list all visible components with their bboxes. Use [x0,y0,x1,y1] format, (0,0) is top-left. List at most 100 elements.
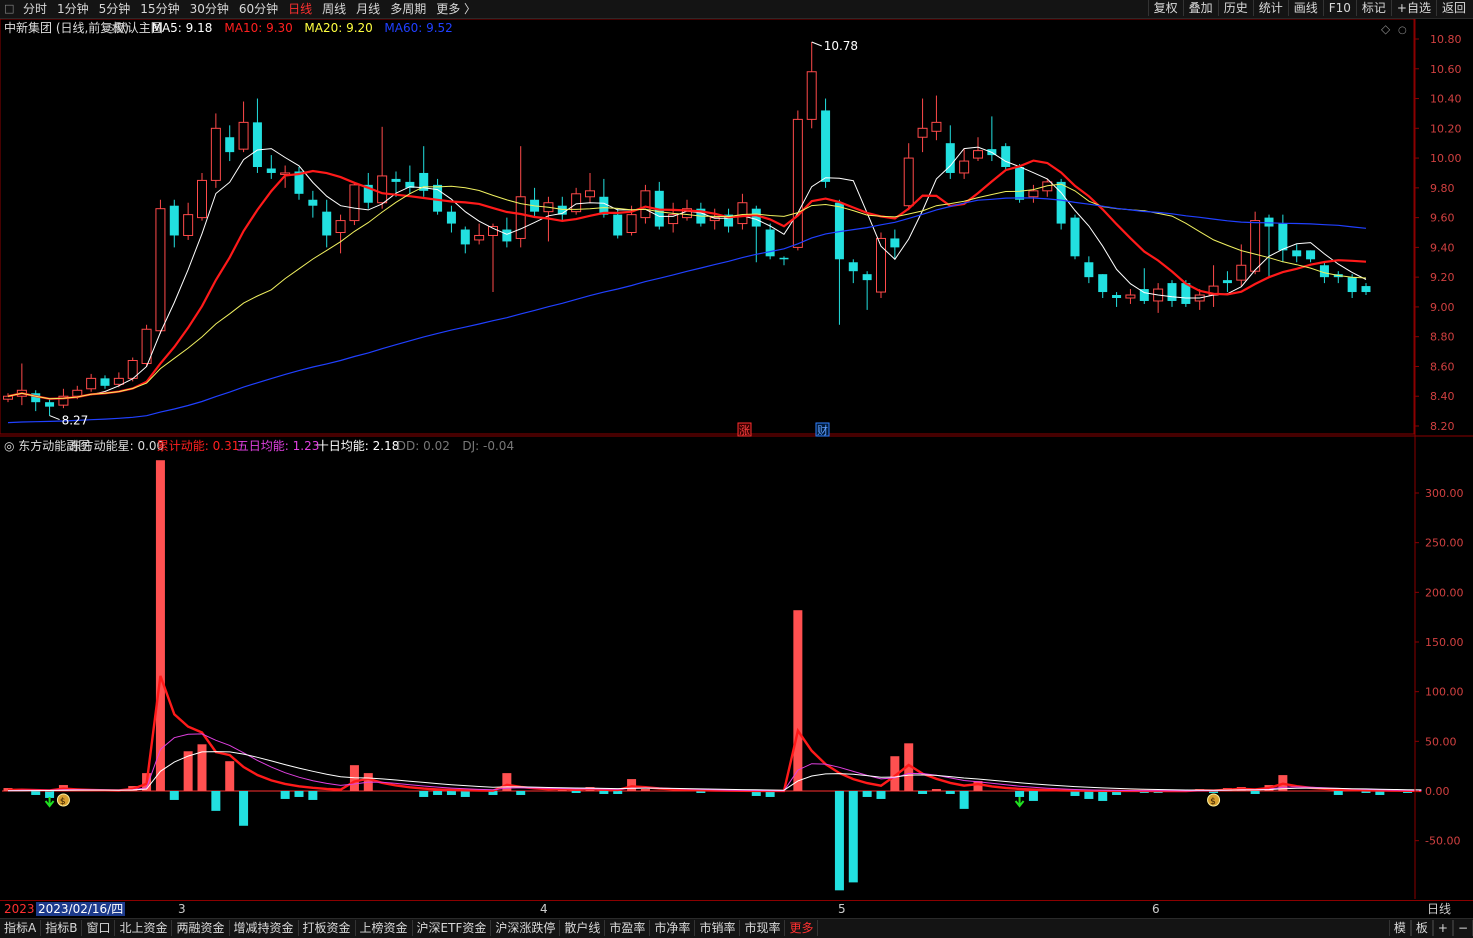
tab-6[interactable]: 日线 [283,1,317,17]
y-axis-label: 8.20 [1430,420,1455,433]
tab-9[interactable]: 多周期 [385,1,431,17]
kline-chart[interactable]: 10.788.27涨财 $ $ 10.8010.6010.4010.2010.00… [0,18,1473,899]
indicator-tab-1[interactable]: 指标B [41,920,83,936]
candle-body-up [1125,294,1136,299]
indicator-tab-5[interactable]: 增减持资金 [230,920,299,936]
indicator-tab-0[interactable]: 指标A [0,920,42,936]
toolbar-button-8[interactable]: 返回 [1435,0,1471,16]
ma10-line [7,159,1367,400]
candle-body-up [349,184,360,222]
candle-body-up [959,160,970,174]
y-axis-label: 9.40 [1430,241,1455,254]
sub-legend-5: DJ: -0.04 [462,439,514,453]
toolbar-button-7[interactable]: +自选 [1390,0,1436,16]
y-axis-label: 8.60 [1430,360,1455,373]
tab-1[interactable]: 1分钟 [52,1,94,17]
tab-7[interactable]: 周线 [317,1,351,17]
candle-body-down [502,229,512,242]
candle-body-down [1015,167,1025,200]
candle-body-down [1001,146,1011,168]
sub-y-axis-label: 300.00 [1425,487,1464,500]
bottom-control-0[interactable]: 模 [1388,920,1411,936]
ma60-line [7,197,1367,424]
candle-body-up [1028,190,1039,198]
sub-y-axis-label: 200.00 [1425,586,1464,599]
indicator-tab-7[interactable]: 上榜资金 [356,920,413,936]
y-axis-label: 10.60 [1430,63,1462,76]
candle-body-up [585,190,595,198]
energy-bar-down [918,791,928,794]
energy-bar-down [31,791,41,795]
toolbar-button-4[interactable]: 画线 [1287,0,1323,16]
candle-body-down [1070,217,1080,257]
candle-body-up [86,377,97,390]
sub-y-axis-label: 50.00 [1425,735,1457,748]
tab-8[interactable]: 月线 [351,1,385,17]
indicator-tab-15[interactable]: 更多 [785,920,819,936]
tab-2[interactable]: 5分钟 [94,1,136,17]
indicator-tab-10[interactable]: 散户线 [560,920,606,936]
energy-bar-down [516,791,526,795]
energy-bar-down [1333,791,1343,795]
bottom-control-2[interactable]: + [1432,920,1453,936]
sub-y-axis-label: 100.00 [1425,686,1464,699]
candle-body-up [238,121,249,150]
indicator-tab-12[interactable]: 市净率 [650,920,696,936]
toolbar-button-1[interactable]: 叠加 [1182,0,1218,16]
event-badge: 涨 [739,424,750,437]
energy-bar-down [848,791,858,883]
toolbar-button-2[interactable]: 历史 [1217,0,1253,16]
candle-body-down [1167,283,1177,301]
sub-legend-1: 累计动能: 0.31 [157,439,240,453]
tab-0[interactable]: 分时 [18,1,52,17]
candle-body-down [1112,295,1122,298]
bottom-control-3[interactable]: − [1452,920,1473,936]
candle-body-up [1236,264,1247,281]
toolbar-button-0[interactable]: 复权 [1147,0,1183,16]
indicator-tab-4[interactable]: 两融资金 [172,920,230,936]
energy-bar-down [294,791,304,797]
high-price-label: 10.78 [824,39,858,53]
indicator-tab-9[interactable]: 沪深涨跌停 [491,920,561,936]
window-menu-icon[interactable]: □ [4,2,18,16]
energy-bar-down [45,791,55,798]
candle-body-down [266,168,276,173]
energy-bar-down [876,791,886,799]
indicator-tab-8[interactable]: 沪深ETF资金 [413,920,492,936]
toolbar-button-3[interactable]: 统计 [1252,0,1288,16]
panel-close-icon: ○ [1398,25,1407,36]
date-axis: 2023 2023/02/16/四 3 4 5 6 日线 [0,900,1473,918]
down-arrow-icon [44,797,55,808]
indicator-tab-2[interactable]: 窗口 [82,920,116,936]
indicator-tab-11[interactable]: 市盈率 [605,920,651,936]
cumulative-energy-line [7,675,1422,793]
main-panel-frame [0,18,1415,435]
sub-legend-3: 十日均能: 2.18 [317,439,400,453]
candle-body-down [225,137,235,153]
indicator-tab-14[interactable]: 市现率 [740,920,786,936]
sub-y-axis-label: 150.00 [1425,636,1464,649]
panel-toggle-icon: ◇ [1381,22,1391,36]
toolbar-button-5[interactable]: F10 [1322,0,1356,16]
candle-body-down [169,205,179,236]
toolbar-button-6[interactable]: 标记 [1355,0,1391,16]
candle-body-up [197,179,207,219]
bottom-control-1[interactable]: 板 [1410,920,1433,936]
tab-3[interactable]: 15分钟 [135,1,184,17]
money-bag-glyph: $ [1210,797,1216,807]
tab-5[interactable]: 60分钟 [234,1,283,17]
y-axis-label: 10.00 [1430,152,1462,165]
candle-body-down [1264,217,1274,227]
energy-bar-up [197,744,207,791]
energy-bar-up [793,610,803,791]
y-axis-label: 9.60 [1430,212,1455,225]
indicator-tab-6[interactable]: 打板资金 [299,920,356,936]
candle-body-down [1292,250,1302,257]
candle-body-up [737,202,748,225]
indicator-tab-13[interactable]: 市销率 [695,920,741,936]
energy-bar-down [862,791,872,797]
tab-4[interactable]: 30分钟 [185,1,234,17]
tab-10[interactable]: 更多 〉 [431,1,481,17]
indicator-tab-3[interactable]: 北上资金 [115,920,173,936]
candle-body-down [322,211,332,236]
